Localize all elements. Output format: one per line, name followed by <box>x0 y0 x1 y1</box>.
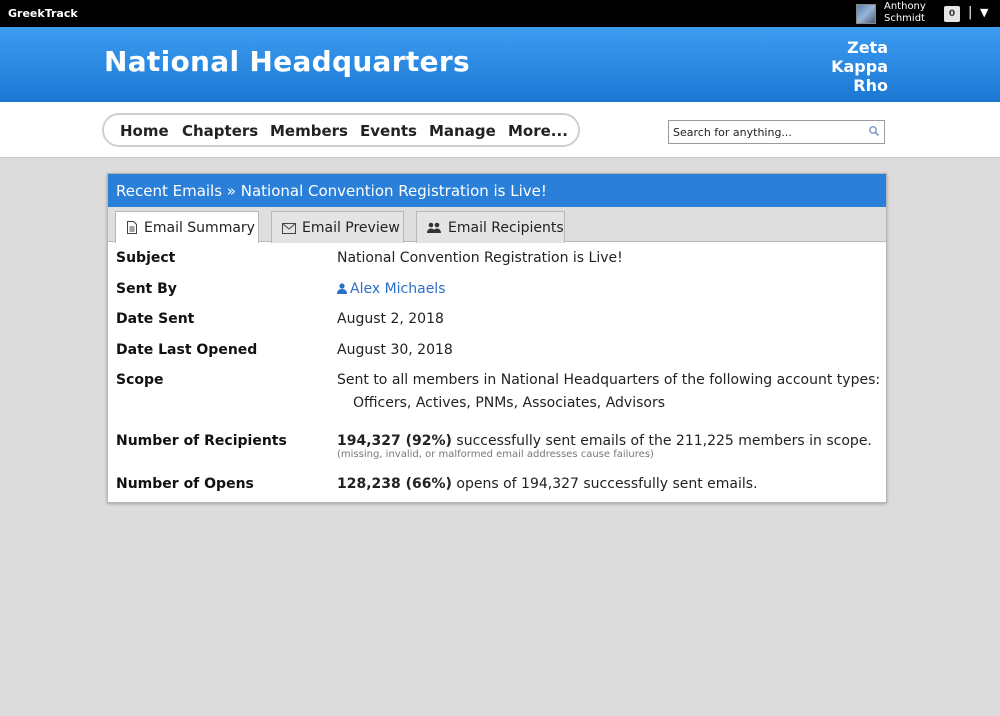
opens-label: Number of Opens <box>116 476 254 492</box>
page-header: National Headquarters Zeta Kappa Rho <box>0 27 1000 102</box>
recipients-note: (missing, invalid, or malformed email ad… <box>337 449 654 460</box>
sent-by-name: Alex Michaels <box>350 281 446 297</box>
subject-value: National Convention Registration is Live… <box>337 250 623 266</box>
search-box[interactable] <box>668 120 885 144</box>
document-icon <box>127 221 137 234</box>
email-detail-panel: Recent Emails » National Convention Regi… <box>107 173 887 503</box>
org-line: Rho <box>853 76 888 95</box>
user-avatar[interactable] <box>856 4 876 24</box>
date-sent-label: Date Sent <box>116 311 195 327</box>
nav-item-events[interactable]: Events <box>360 122 417 140</box>
date-last-opened-value: August 30, 2018 <box>337 342 453 358</box>
users-icon <box>427 222 441 233</box>
recipients-text: successfully sent emails of the 211,225 … <box>456 433 872 449</box>
scope-value: Sent to all members in National Headquar… <box>337 372 881 388</box>
date-last-opened-label: Date Last Opened <box>116 342 258 358</box>
subject-label: Subject <box>116 250 176 266</box>
user-last-name: Schmidt <box>884 13 925 24</box>
scope-account-types: Officers, Actives, PNMs, Associates, Adv… <box>353 395 665 411</box>
user-first-name: Anthony <box>884 1 926 12</box>
envelope-icon <box>282 223 296 234</box>
nav-item-members[interactable]: Members <box>270 122 348 140</box>
organization-name[interactable]: Zeta Kappa Rho <box>831 38 888 95</box>
tab-bar: Email Summary Email Preview Email Recipi… <box>108 207 886 243</box>
nav-item-more[interactable]: More... <box>508 122 568 140</box>
sent-by-label: Sent By <box>116 281 177 297</box>
notification-badge[interactable]: 0 <box>944 6 960 22</box>
recipients-label: Number of Recipients <box>116 433 287 449</box>
nav-item-chapters[interactable]: Chapters <box>182 122 258 140</box>
divider: | <box>968 5 973 20</box>
recipients-value: 194,327 (92%) successfully sent emails o… <box>337 433 872 449</box>
tab-email-preview[interactable]: Email Preview <box>271 211 404 243</box>
opens-value: 128,238 (66%) opens of 194,327 successfu… <box>337 476 758 492</box>
search-input[interactable] <box>673 124 861 140</box>
org-line: Zeta <box>847 38 888 57</box>
nav-item-manage[interactable]: Manage <box>429 122 496 140</box>
tab-label: Email Summary <box>144 220 255 236</box>
main-nav: Home Chapters Members Events Manage More… <box>102 113 580 147</box>
tab-label: Email Recipients <box>448 220 564 236</box>
chevron-down-icon[interactable]: ▼ <box>980 6 988 19</box>
date-sent-value: August 2, 2018 <box>337 311 444 327</box>
org-line: Kappa <box>831 57 888 76</box>
panel-title: Recent Emails » National Convention Regi… <box>108 174 886 207</box>
opens-count: 128,238 (66%) <box>337 476 452 492</box>
nav-item-home[interactable]: Home <box>120 122 169 140</box>
sent-by-link[interactable]: Alex Michaels <box>337 281 445 297</box>
tab-label: Email Preview <box>302 220 400 236</box>
recipients-count: 194,327 (92%) <box>337 433 452 449</box>
tab-email-recipients[interactable]: Email Recipients <box>416 211 565 243</box>
page-title: National Headquarters <box>104 45 470 78</box>
search-icon[interactable] <box>868 125 880 137</box>
scope-label: Scope <box>116 372 164 388</box>
tab-email-summary[interactable]: Email Summary <box>115 211 259 243</box>
opens-text: opens of 194,327 successfully sent email… <box>456 476 758 492</box>
user-icon <box>337 283 347 294</box>
user-name[interactable]: Anthony Schmidt <box>884 1 944 25</box>
nav-strip: Home Chapters Members Events Manage More… <box>0 102 1000 158</box>
top-bar: GreekTrack Anthony Schmidt 0 | ▼ <box>0 0 1000 27</box>
app-brand[interactable]: GreekTrack <box>8 7 78 20</box>
